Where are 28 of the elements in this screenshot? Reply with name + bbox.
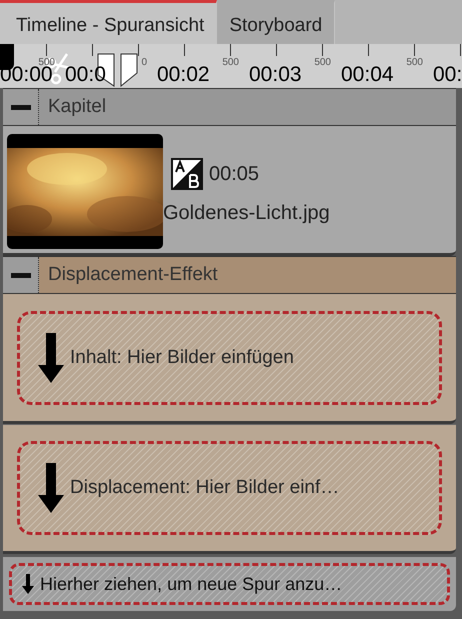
drop-hint: Inhalt: Hier Bilder einfügen xyxy=(70,346,294,368)
ruler-label: 500 xyxy=(222,57,239,68)
time-label: 00:03 xyxy=(249,63,302,87)
track-title: Displacement-Effekt xyxy=(47,264,218,286)
clip-filename: Goldenes-Licht.jpg xyxy=(163,202,330,225)
tab[interactable]: Timeline - Spuransicht xyxy=(0,0,218,44)
collapse-icon[interactable] xyxy=(10,104,30,110)
transition-icon[interactable] xyxy=(171,158,203,190)
track-header[interactable]: Displacement-Effekt xyxy=(3,256,456,294)
tab[interactable]: Storyboard xyxy=(217,0,336,44)
drop-hint: Hierher ziehen, um neue Spur anzu… xyxy=(40,574,342,594)
time-label: 00:02 xyxy=(157,63,210,87)
drop-zone[interactable]: Displacement: Hier Bilder einf… xyxy=(17,441,442,535)
drop-zone[interactable]: Hierher ziehen, um neue Spur anzu… xyxy=(9,563,450,605)
time-label: 00:04 xyxy=(341,63,394,87)
down-arrow-icon xyxy=(38,463,64,513)
down-arrow-icon xyxy=(22,574,34,594)
ruler-label: 500 xyxy=(314,57,331,68)
track-header[interactable]: Kapitel xyxy=(3,88,456,126)
drop-zone[interactable]: Inhalt: Hier Bilder einfügen xyxy=(17,310,442,404)
drop-hint: Displacement: Hier Bilder einf… xyxy=(70,477,340,499)
down-arrow-icon xyxy=(38,332,64,382)
ruler-label: 0 xyxy=(141,57,147,68)
time-label: 00: xyxy=(433,63,462,87)
clip-duration: 00:05 xyxy=(209,162,260,186)
track-title: Kapitel xyxy=(47,96,106,118)
ruler-label: 500 xyxy=(406,57,423,68)
collapse-icon[interactable] xyxy=(10,272,30,278)
